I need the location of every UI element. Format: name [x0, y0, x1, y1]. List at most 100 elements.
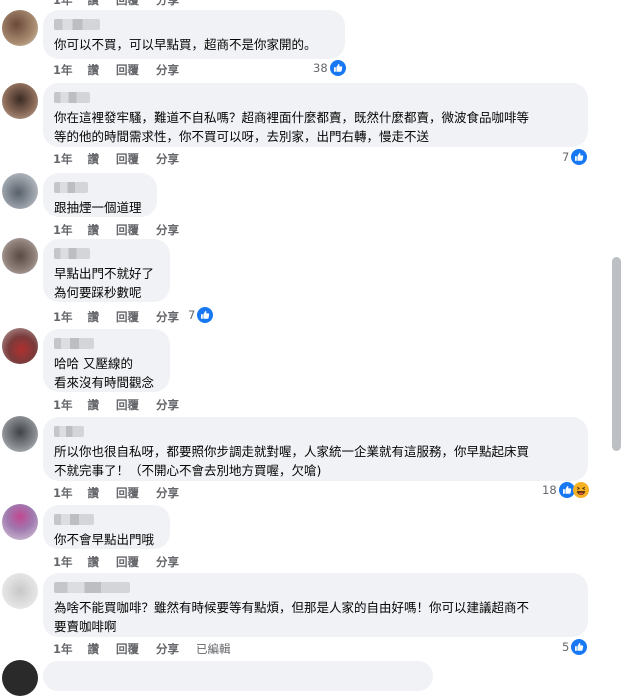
reply-button[interactable]: 回覆 — [116, 222, 139, 238]
comment-text: 為啥不能買咖啡？雖然有時候要等有點煩，但那是人家的自由好嗎！你可以建議超商不 — [54, 600, 530, 615]
commenter-name-redacted[interactable] — [54, 92, 90, 103]
comment-actions: 1年 讚 回覆 分享 — [53, 397, 196, 413]
like-icon — [571, 639, 588, 655]
comment-text: 你可以不買，可以早點買，超商不是你家開的。 — [54, 37, 317, 52]
comment-actions: 1年 讚 回覆 分享 已編輯 — [53, 641, 248, 657]
reply-button[interactable]: 回覆 — [116, 554, 139, 570]
comment-time[interactable]: 1年 — [53, 554, 73, 570]
commenter-name-redacted[interactable] — [54, 582, 130, 593]
comment-actions: 1年 讚 回覆 分享 — [53, 62, 196, 78]
share-button[interactable]: 分享 — [156, 62, 179, 78]
comment-time[interactable]: 1年 — [53, 641, 73, 657]
reactions[interactable]: 7 — [188, 307, 214, 323]
comment-text: 所以你也很自私呀，都要照你步調走就對喔，人家統一企業就有這服務，你早點起床買 — [54, 444, 530, 459]
like-button[interactable]: 讚 — [88, 641, 100, 657]
reply-button[interactable]: 回覆 — [116, 0, 139, 8]
comment-time[interactable]: 1年 — [53, 222, 73, 238]
share-button[interactable]: 分享 — [156, 222, 179, 238]
commenter-name-redacted[interactable] — [54, 514, 94, 525]
commenter-name-redacted[interactable] — [54, 182, 88, 193]
comment-bubble: 為啥不能買咖啡？雖然有時候要等有點煩，但那是人家的自由好嗎！你可以建議超商不 要… — [43, 573, 588, 637]
share-button[interactable]: 分享 — [156, 485, 179, 501]
comment-text: 看來沒有時間觀念 — [54, 375, 155, 390]
like-icon — [329, 60, 346, 76]
reaction-count: 38 — [313, 61, 328, 75]
like-button[interactable]: 讚 — [88, 0, 100, 8]
share-button[interactable]: 分享 — [156, 554, 179, 570]
share-button[interactable]: 分享 — [156, 309, 179, 325]
share-button[interactable]: 分享 — [156, 641, 179, 657]
comment-bubble: 哈哈 又壓線的 看來沒有時間觀念 — [43, 329, 170, 392]
comment-actions-top-partial: 1年 讚 回覆 分享 — [53, 0, 196, 8]
comment-time[interactable]: 1年 — [53, 151, 73, 167]
reaction-count: 5 — [562, 640, 570, 654]
reaction-count: 18 — [542, 483, 557, 497]
comment-bubble — [43, 661, 433, 691]
like-button[interactable]: 讚 — [88, 151, 100, 167]
commenter-name-redacted[interactable] — [54, 338, 94, 349]
like-icon — [571, 149, 588, 165]
comment-text: 等的他的時間需求性，你不買可以呀，去別家，出門右轉，慢走不送 — [54, 129, 430, 144]
commenter-name-redacted[interactable] — [54, 426, 84, 437]
comment-text: 你在這裡發牢騷，難道不自私嗎？超商裡面什麼都賣，既然什麼都賣，微波食品咖啡等 — [54, 110, 530, 125]
like-button[interactable]: 讚 — [88, 397, 100, 413]
reply-button[interactable]: 回覆 — [116, 397, 139, 413]
comment-text: 哈哈 又壓線的 — [54, 356, 133, 371]
avatar[interactable] — [2, 573, 38, 609]
reply-button[interactable]: 回覆 — [116, 485, 139, 501]
avatar[interactable] — [2, 328, 38, 364]
reply-button[interactable]: 回覆 — [116, 641, 139, 657]
reply-button[interactable]: 回覆 — [116, 309, 139, 325]
comment-time[interactable]: 1年 — [53, 309, 73, 325]
comment-actions: 1年 讚 回覆 分享 — [53, 151, 196, 167]
comment-text: 跟抽煙一個道理 — [54, 200, 142, 215]
avatar[interactable] — [2, 660, 38, 696]
share-button[interactable]: 分享 — [156, 397, 179, 413]
scrollbar-thumb[interactable] — [612, 257, 621, 451]
commenter-name-redacted[interactable] — [54, 248, 90, 259]
avatar[interactable] — [2, 416, 38, 452]
comment-bubble: 你可以不買，可以早點買，超商不是你家開的。 — [43, 10, 345, 59]
like-button[interactable]: 讚 — [88, 554, 100, 570]
comment-actions: 1年 讚 回覆 分享 — [53, 222, 196, 238]
commenter-name-redacted[interactable] — [54, 19, 100, 30]
avatar[interactable] — [2, 173, 38, 209]
like-icon — [197, 307, 214, 323]
edited-label: 已編輯 — [196, 642, 231, 656]
reactions[interactable]: 18 — [542, 482, 589, 498]
share-button[interactable]: 分享 — [156, 0, 179, 8]
reply-button[interactable]: 回覆 — [116, 62, 139, 78]
comment-bubble: 所以你也很自私呀，都要照你步調走就對喔，人家統一企業就有這服務，你早點起床買 不… — [43, 417, 588, 481]
comment-bubble: 你在這裡發牢騷，難道不自私嗎？超商裡面什麼都賣，既然什麼都賣，微波食品咖啡等 等… — [43, 83, 588, 147]
comment-time[interactable]: 1年 — [53, 397, 73, 413]
like-button[interactable]: 讚 — [88, 222, 100, 238]
like-button[interactable]: 讚 — [88, 62, 100, 78]
comment-text: 不就完事了！（不開心不會去別地方買喔，欠嗆) — [54, 463, 322, 478]
comment-bubble: 早點出門不就好了 為何要踩秒數呢 — [43, 239, 170, 302]
comment-text: 要賣咖啡啊 — [54, 619, 117, 634]
comment-actions: 1年 讚 回覆 分享 — [53, 485, 196, 501]
share-button[interactable]: 分享 — [156, 151, 179, 167]
reply-button[interactable]: 回覆 — [116, 151, 139, 167]
avatar[interactable] — [2, 238, 38, 274]
avatar[interactable] — [2, 83, 38, 119]
comment-text: 你不會早點出門哦 — [54, 532, 155, 547]
haha-icon — [572, 482, 589, 498]
reaction-count: 7 — [188, 308, 196, 322]
comment-time[interactable]: 1年 — [53, 485, 73, 501]
comment-actions: 1年 讚 回覆 分享 — [53, 554, 196, 570]
comment-text: 早點出門不就好了 — [54, 266, 155, 281]
like-button[interactable]: 讚 — [88, 309, 100, 325]
avatar[interactable] — [2, 504, 38, 540]
reactions[interactable]: 7 — [562, 149, 588, 165]
reactions[interactable]: 38 — [313, 60, 346, 76]
reaction-count: 7 — [562, 150, 570, 164]
comment-text: 為何要踩秒數呢 — [54, 285, 142, 300]
comment-bubble: 跟抽煙一個道理 — [43, 173, 157, 217]
comment-time[interactable]: 1年 — [53, 62, 73, 78]
like-button[interactable]: 讚 — [88, 485, 100, 501]
comment-bubble: 你不會早點出門哦 — [43, 505, 170, 549]
reactions[interactable]: 5 — [562, 639, 588, 655]
comment-actions: 1年 讚 回覆 分享 — [53, 309, 196, 325]
avatar[interactable] — [2, 10, 38, 46]
